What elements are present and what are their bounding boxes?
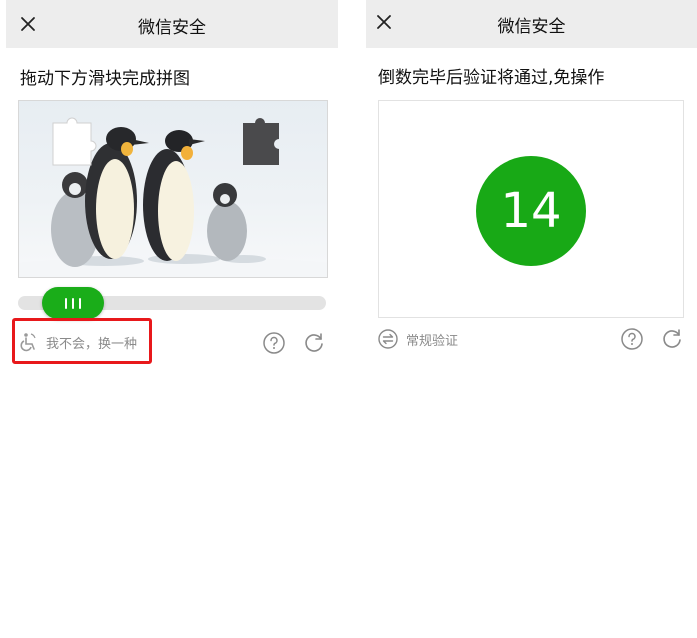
puzzle-image: [18, 100, 328, 278]
switch-arrows-icon: [378, 329, 398, 349]
countdown-verify-panel: 微信安全 倒数完毕后验证将通过,免操作 14 常规验证: [366, 0, 697, 638]
question-icon[interactable]: [262, 331, 286, 355]
question-icon[interactable]: [620, 327, 644, 351]
title-bar: 微信安全: [6, 0, 338, 48]
wheelchair-icon: [20, 333, 36, 352]
slider-handle[interactable]: [42, 287, 104, 319]
refresh-icon[interactable]: [660, 327, 684, 351]
page-title: 微信安全: [138, 18, 206, 38]
refresh-icon[interactable]: [302, 331, 326, 355]
countdown-timer: 14: [476, 156, 586, 266]
countdown-instruction: 倒数完毕后验证将通过,免操作: [378, 68, 605, 88]
normal-verify-link[interactable]: 常规验证: [378, 327, 458, 351]
alternative-verify-label: 我不会，换一种: [46, 336, 138, 352]
normal-verify-label: 常规验证: [406, 333, 459, 349]
slider-captcha-panel: 微信安全 拖动下方滑块完成拼图 我不会，换一种: [6, 0, 338, 638]
title-bar: 微信安全: [366, 0, 697, 48]
panel-divider: [338, 0, 366, 638]
page-title: 微信安全: [497, 17, 566, 37]
alternative-verify-link[interactable]: 我不会，换一种: [18, 330, 137, 354]
captcha-instruction: 拖动下方滑块完成拼图: [20, 69, 190, 89]
